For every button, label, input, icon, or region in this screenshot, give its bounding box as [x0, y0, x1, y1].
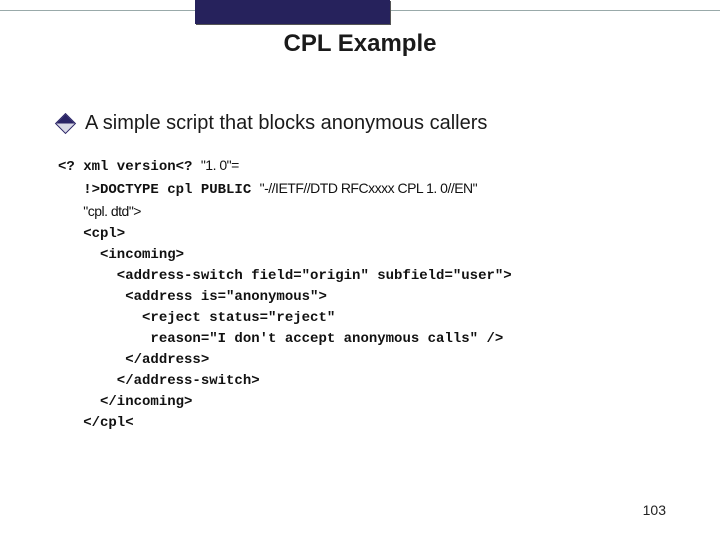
bullet-text: A simple script that blocks anonymous ca… [85, 112, 487, 135]
code-line: </address> [58, 352, 209, 368]
code-frag: "-//IETF//DTD RFCxxxx CPL 1. 0//EN" [260, 180, 478, 196]
code-line: <address-switch field="origin" subfield=… [58, 268, 512, 284]
code-line: !>DOCTYPE cpl PUBLIC [58, 182, 260, 198]
diamond-bullet-icon [55, 113, 76, 134]
title-accent-bar [195, 0, 390, 24]
slide-title: CPL Example [0, 30, 720, 58]
code-block: <? xml version<? "1. 0"= !>DOCTYPE cpl P… [58, 155, 512, 434]
code-line: <reject status="reject" [58, 310, 335, 326]
code-line: <? xml version<? [58, 159, 201, 175]
code-line: </incoming> [58, 394, 192, 410]
code-line: <address is="anonymous"> [58, 289, 327, 305]
code-line: <cpl> [58, 226, 125, 242]
code-line: reason="I don't accept anonymous calls" … [58, 331, 503, 347]
code-line [58, 205, 83, 221]
code-frag: "1. 0"= [201, 157, 239, 173]
bullet-row: A simple script that blocks anonymous ca… [58, 112, 487, 135]
code-frag: "cpl. dtd"> [83, 203, 141, 219]
code-line: <incoming> [58, 247, 184, 263]
code-line: </cpl< [58, 415, 134, 431]
code-line: </address-switch> [58, 373, 260, 389]
page-number: 103 [643, 502, 666, 518]
